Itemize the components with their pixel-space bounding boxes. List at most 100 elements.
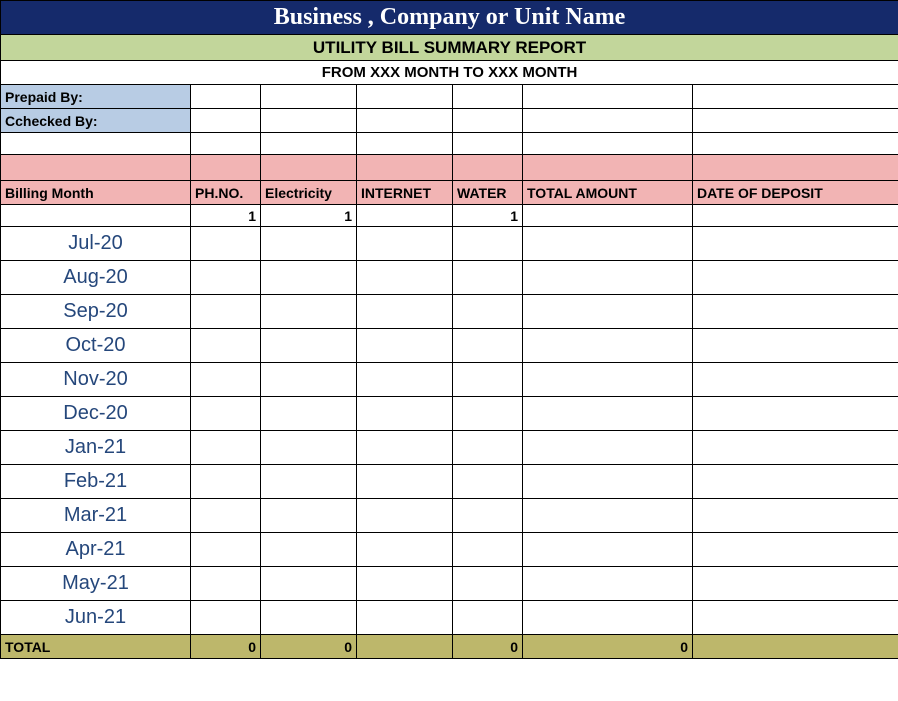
data-cell[interactable] bbox=[453, 601, 523, 635]
data-cell[interactable] bbox=[261, 227, 357, 261]
count-cell[interactable] bbox=[1, 205, 191, 227]
data-cell[interactable] bbox=[357, 397, 453, 431]
data-cell[interactable] bbox=[357, 363, 453, 397]
data-cell[interactable] bbox=[453, 227, 523, 261]
data-cell[interactable] bbox=[693, 295, 898, 329]
month-cell[interactable]: Apr-21 bbox=[1, 533, 191, 567]
cell[interactable] bbox=[453, 133, 523, 155]
data-cell[interactable] bbox=[357, 499, 453, 533]
data-cell[interactable] bbox=[357, 567, 453, 601]
cell[interactable] bbox=[693, 133, 898, 155]
data-cell[interactable] bbox=[453, 567, 523, 601]
data-cell[interactable] bbox=[191, 227, 261, 261]
cell[interactable] bbox=[693, 109, 898, 133]
month-cell[interactable]: Feb-21 bbox=[1, 465, 191, 499]
data-cell[interactable] bbox=[693, 465, 898, 499]
checked-by-value[interactable] bbox=[191, 109, 261, 133]
cell[interactable] bbox=[523, 133, 693, 155]
cell[interactable] bbox=[523, 109, 693, 133]
data-cell[interactable] bbox=[261, 465, 357, 499]
data-cell[interactable] bbox=[523, 431, 693, 465]
cell[interactable] bbox=[357, 133, 453, 155]
month-cell[interactable]: May-21 bbox=[1, 567, 191, 601]
count-cell[interactable] bbox=[693, 205, 898, 227]
month-cell[interactable]: Aug-20 bbox=[1, 261, 191, 295]
month-cell[interactable]: Jul-20 bbox=[1, 227, 191, 261]
cell[interactable] bbox=[191, 133, 261, 155]
data-cell[interactable] bbox=[453, 431, 523, 465]
data-cell[interactable] bbox=[523, 601, 693, 635]
data-cell[interactable] bbox=[453, 533, 523, 567]
data-cell[interactable] bbox=[191, 431, 261, 465]
data-cell[interactable] bbox=[357, 465, 453, 499]
data-cell[interactable] bbox=[523, 465, 693, 499]
data-cell[interactable] bbox=[693, 227, 898, 261]
cell[interactable] bbox=[357, 85, 453, 109]
data-cell[interactable] bbox=[191, 363, 261, 397]
data-cell[interactable] bbox=[693, 601, 898, 635]
cell[interactable] bbox=[693, 85, 898, 109]
data-cell[interactable] bbox=[693, 329, 898, 363]
data-cell[interactable] bbox=[453, 499, 523, 533]
data-cell[interactable] bbox=[191, 261, 261, 295]
data-cell[interactable] bbox=[261, 295, 357, 329]
data-cell[interactable] bbox=[523, 295, 693, 329]
data-cell[interactable] bbox=[357, 601, 453, 635]
data-cell[interactable] bbox=[693, 363, 898, 397]
data-cell[interactable] bbox=[523, 227, 693, 261]
data-cell[interactable] bbox=[261, 363, 357, 397]
data-cell[interactable] bbox=[191, 567, 261, 601]
data-cell[interactable] bbox=[357, 431, 453, 465]
data-cell[interactable] bbox=[693, 567, 898, 601]
cell[interactable] bbox=[357, 109, 453, 133]
data-cell[interactable] bbox=[453, 329, 523, 363]
data-cell[interactable] bbox=[523, 567, 693, 601]
data-cell[interactable] bbox=[191, 465, 261, 499]
cell[interactable] bbox=[453, 109, 523, 133]
prepaid-by-value[interactable] bbox=[191, 85, 261, 109]
data-cell[interactable] bbox=[357, 329, 453, 363]
data-cell[interactable] bbox=[261, 431, 357, 465]
cell[interactable] bbox=[523, 85, 693, 109]
cell[interactable] bbox=[261, 109, 357, 133]
data-cell[interactable] bbox=[693, 261, 898, 295]
data-cell[interactable] bbox=[357, 295, 453, 329]
data-cell[interactable] bbox=[261, 499, 357, 533]
data-cell[interactable] bbox=[261, 397, 357, 431]
data-cell[interactable] bbox=[191, 533, 261, 567]
cell[interactable] bbox=[1, 133, 191, 155]
data-cell[interactable] bbox=[191, 295, 261, 329]
count-internet[interactable] bbox=[357, 205, 453, 227]
data-cell[interactable] bbox=[523, 261, 693, 295]
data-cell[interactable] bbox=[261, 567, 357, 601]
cell[interactable] bbox=[453, 85, 523, 109]
count-water[interactable]: 1 bbox=[453, 205, 523, 227]
data-cell[interactable] bbox=[523, 397, 693, 431]
count-ph-no[interactable]: 1 bbox=[191, 205, 261, 227]
data-cell[interactable] bbox=[261, 533, 357, 567]
month-cell[interactable]: Oct-20 bbox=[1, 329, 191, 363]
cell[interactable] bbox=[261, 133, 357, 155]
month-cell[interactable]: Mar-21 bbox=[1, 499, 191, 533]
data-cell[interactable] bbox=[191, 499, 261, 533]
data-cell[interactable] bbox=[523, 363, 693, 397]
data-cell[interactable] bbox=[191, 329, 261, 363]
count-cell[interactable] bbox=[523, 205, 693, 227]
data-cell[interactable] bbox=[693, 533, 898, 567]
data-cell[interactable] bbox=[523, 533, 693, 567]
data-cell[interactable] bbox=[453, 465, 523, 499]
data-cell[interactable] bbox=[191, 601, 261, 635]
data-cell[interactable] bbox=[453, 295, 523, 329]
data-cell[interactable] bbox=[453, 363, 523, 397]
data-cell[interactable] bbox=[693, 397, 898, 431]
data-cell[interactable] bbox=[357, 533, 453, 567]
data-cell[interactable] bbox=[693, 499, 898, 533]
data-cell[interactable] bbox=[357, 227, 453, 261]
data-cell[interactable] bbox=[191, 397, 261, 431]
month-cell[interactable]: Jun-21 bbox=[1, 601, 191, 635]
data-cell[interactable] bbox=[357, 261, 453, 295]
cell[interactable] bbox=[261, 85, 357, 109]
data-cell[interactable] bbox=[261, 261, 357, 295]
month-cell[interactable]: Nov-20 bbox=[1, 363, 191, 397]
count-electricity[interactable]: 1 bbox=[261, 205, 357, 227]
